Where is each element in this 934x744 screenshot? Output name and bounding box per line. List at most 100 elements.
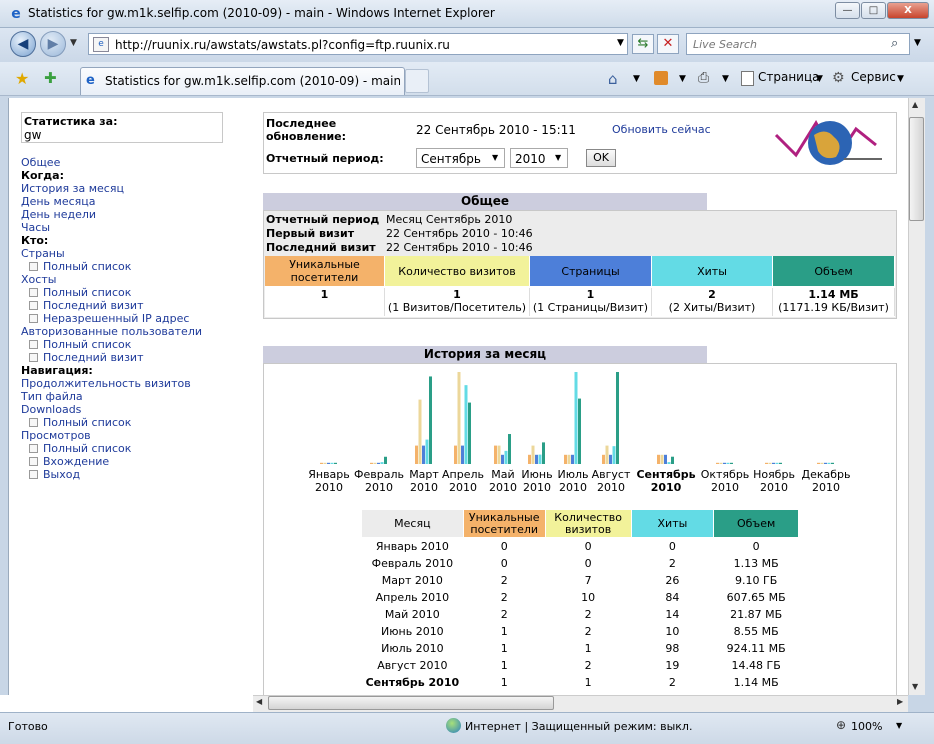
history-cell: Март 2010	[381, 573, 443, 587]
summary-value-main: 1	[453, 288, 461, 301]
sidebar-subitem[interactable]: Полный список	[21, 286, 251, 299]
sidebar-item[interactable]: Авторизованные пользователи	[21, 325, 251, 338]
chart-bar	[504, 450, 508, 464]
sidebar-subitem[interactable]: Полный список	[21, 338, 251, 351]
sidebar-item[interactable]: Downloads	[21, 403, 251, 416]
tools-menu[interactable]: Сервис	[851, 70, 896, 84]
sidebar-subitem[interactable]: Полный список	[21, 260, 251, 273]
stop-icon[interactable]: ✕	[657, 34, 679, 54]
history-header-cell: Объем	[713, 509, 799, 538]
month-select[interactable]: Сентябрь ▼	[416, 148, 505, 168]
address-dropdown-icon[interactable]: ▼	[617, 38, 624, 48]
sidebar-item[interactable]: День месяца	[21, 195, 251, 208]
chart-bar	[377, 462, 380, 464]
chart-bar	[664, 454, 667, 464]
sidebar-subitem[interactable]: Неразрешенный IP адрес	[21, 312, 251, 325]
search-box[interactable]: Live Search ⌕	[686, 33, 910, 55]
sidebar-subitem[interactable]: Выход	[21, 468, 251, 481]
status-ready: Готово	[8, 720, 48, 733]
chart-bar	[501, 454, 504, 464]
summary-value-main: 1	[586, 288, 595, 301]
tools-menu-dropdown-icon[interactable]: ▼	[897, 74, 904, 84]
search-placeholder: Live Search	[693, 38, 757, 51]
search-icon[interactable]: ⌕	[891, 36, 898, 51]
print-dropdown-icon[interactable]: ▼	[722, 74, 729, 84]
add-favorites-icon[interactable]: ✚	[44, 69, 57, 87]
scroll-down-icon[interactable]: ▼	[912, 682, 918, 691]
chart-bar	[772, 462, 775, 464]
history-cell: Май 2010	[384, 607, 440, 621]
zoom-level[interactable]: 100%	[851, 720, 882, 733]
chart-month-name: Сентябрь	[636, 468, 696, 481]
status-zone[interactable]: Интернет | Защищенный режим: выкл.	[465, 720, 692, 733]
history-cell: 1	[584, 675, 592, 689]
history-cell: 8.55 МБ	[733, 624, 779, 638]
close-window-button[interactable]: X	[887, 2, 929, 19]
new-tab-button[interactable]	[405, 69, 429, 93]
summary-value-main: 1	[320, 288, 329, 301]
sidebar-item[interactable]: День недели	[21, 208, 251, 221]
tab-current[interactable]: e Statistics for gw.m1k.selfip.com (2010…	[80, 67, 405, 95]
sidebar-item[interactable]: История за месяц	[21, 182, 251, 195]
history-cell: 98	[665, 641, 680, 655]
refresh-icon[interactable]: ⇆	[632, 34, 654, 54]
history-dropdown-icon[interactable]: ▼	[70, 38, 77, 48]
sidebar-item[interactable]: Общее	[21, 156, 251, 169]
history-cell: 14.48 ГБ	[731, 658, 781, 672]
zoom-dropdown-icon[interactable]: ▼	[896, 721, 902, 730]
sidebar-item[interactable]: Страны	[21, 247, 251, 260]
history-row: Июнь 2010 1 2 10 8.55 МБ	[362, 623, 799, 640]
history-cell: 1	[584, 641, 592, 655]
chart-bar	[457, 372, 461, 464]
sidebar-item[interactable]: Часы	[21, 221, 251, 234]
search-options-icon[interactable]: ▼	[914, 38, 921, 48]
sidebar-subitem[interactable]: Полный список	[21, 442, 251, 455]
feeds-icon[interactable]	[654, 71, 668, 85]
page-menu-dropdown-icon[interactable]: ▼	[816, 74, 823, 84]
home-dropdown-icon[interactable]: ▼	[633, 74, 640, 84]
history-cell: 1	[500, 658, 508, 672]
ok-button[interactable]: OK	[586, 149, 616, 167]
last-update-label-line1: Последнее	[266, 117, 337, 130]
history-cell: 0	[752, 539, 760, 553]
sidebar-subitem[interactable]: Последний визит	[21, 351, 251, 364]
history-table-header: Месяц Уникальные посетители Количество виз…	[361, 509, 799, 538]
url-text[interactable]: http://ruunix.ru/awstats/awstats.pl?conf…	[115, 38, 450, 52]
scroll-up-icon[interactable]: ▲	[912, 100, 918, 109]
chart-bar	[494, 445, 497, 464]
history-cell: Июль 2010	[381, 641, 444, 655]
home-icon[interactable]: ⌂	[608, 70, 618, 88]
favorites-star-icon[interactable]: ★	[15, 69, 29, 88]
forward-button[interactable]: ▶	[40, 31, 66, 57]
sidebar-item[interactable]: Тип файла	[21, 390, 251, 403]
summary-value-main: 1.14 МБ	[808, 288, 859, 301]
horizontal-scroll-thumb[interactable]	[268, 696, 554, 710]
page-menu[interactable]: Страница	[758, 70, 820, 84]
sidebar-item[interactable]: Просмотров	[21, 429, 251, 442]
first-visit-label: Первый визит	[266, 227, 355, 240]
back-button[interactable]: ◀	[10, 31, 36, 57]
update-now-link[interactable]: Обновить сейчас	[612, 123, 711, 136]
history-cell: 1	[500, 641, 508, 655]
sidebar-subitem[interactable]: Полный список	[21, 416, 251, 429]
ie-logo-icon: e	[11, 6, 21, 22]
sidebar-subitem[interactable]: Вхождение	[21, 455, 251, 468]
scroll-right-icon[interactable]: ▶	[897, 697, 903, 706]
print-icon[interactable]: ⎙	[698, 70, 709, 86]
sidebar-item[interactable]: Продолжительность визитов	[21, 377, 251, 390]
sidebar-item[interactable]: Хосты	[21, 273, 251, 286]
window-title: Statistics for gw.m1k.selfip.com (2010-0…	[28, 6, 495, 20]
address-bar[interactable]: e http://ruunix.ru/awstats/awstats.pl?co…	[88, 33, 628, 55]
year-select[interactable]: 2010 ▼	[510, 148, 568, 168]
site-name: gw	[24, 128, 42, 142]
awstats-logo-icon	[774, 120, 882, 165]
minimize-button[interactable]: —	[835, 2, 860, 19]
feeds-dropdown-icon[interactable]: ▼	[679, 74, 686, 84]
summary-value-row: 1 1 (1 Визитов/Посетитель) 1 (1 Страницы/Виз…	[265, 286, 895, 317]
vertical-scroll-thumb[interactable]	[909, 117, 924, 221]
sidebar-subitem[interactable]: Последний визит	[21, 299, 251, 312]
maximize-button[interactable]: □	[861, 2, 886, 19]
scroll-left-icon[interactable]: ◀	[256, 697, 262, 706]
history-cell: 1	[500, 675, 508, 689]
history-cell: 10	[665, 624, 680, 638]
